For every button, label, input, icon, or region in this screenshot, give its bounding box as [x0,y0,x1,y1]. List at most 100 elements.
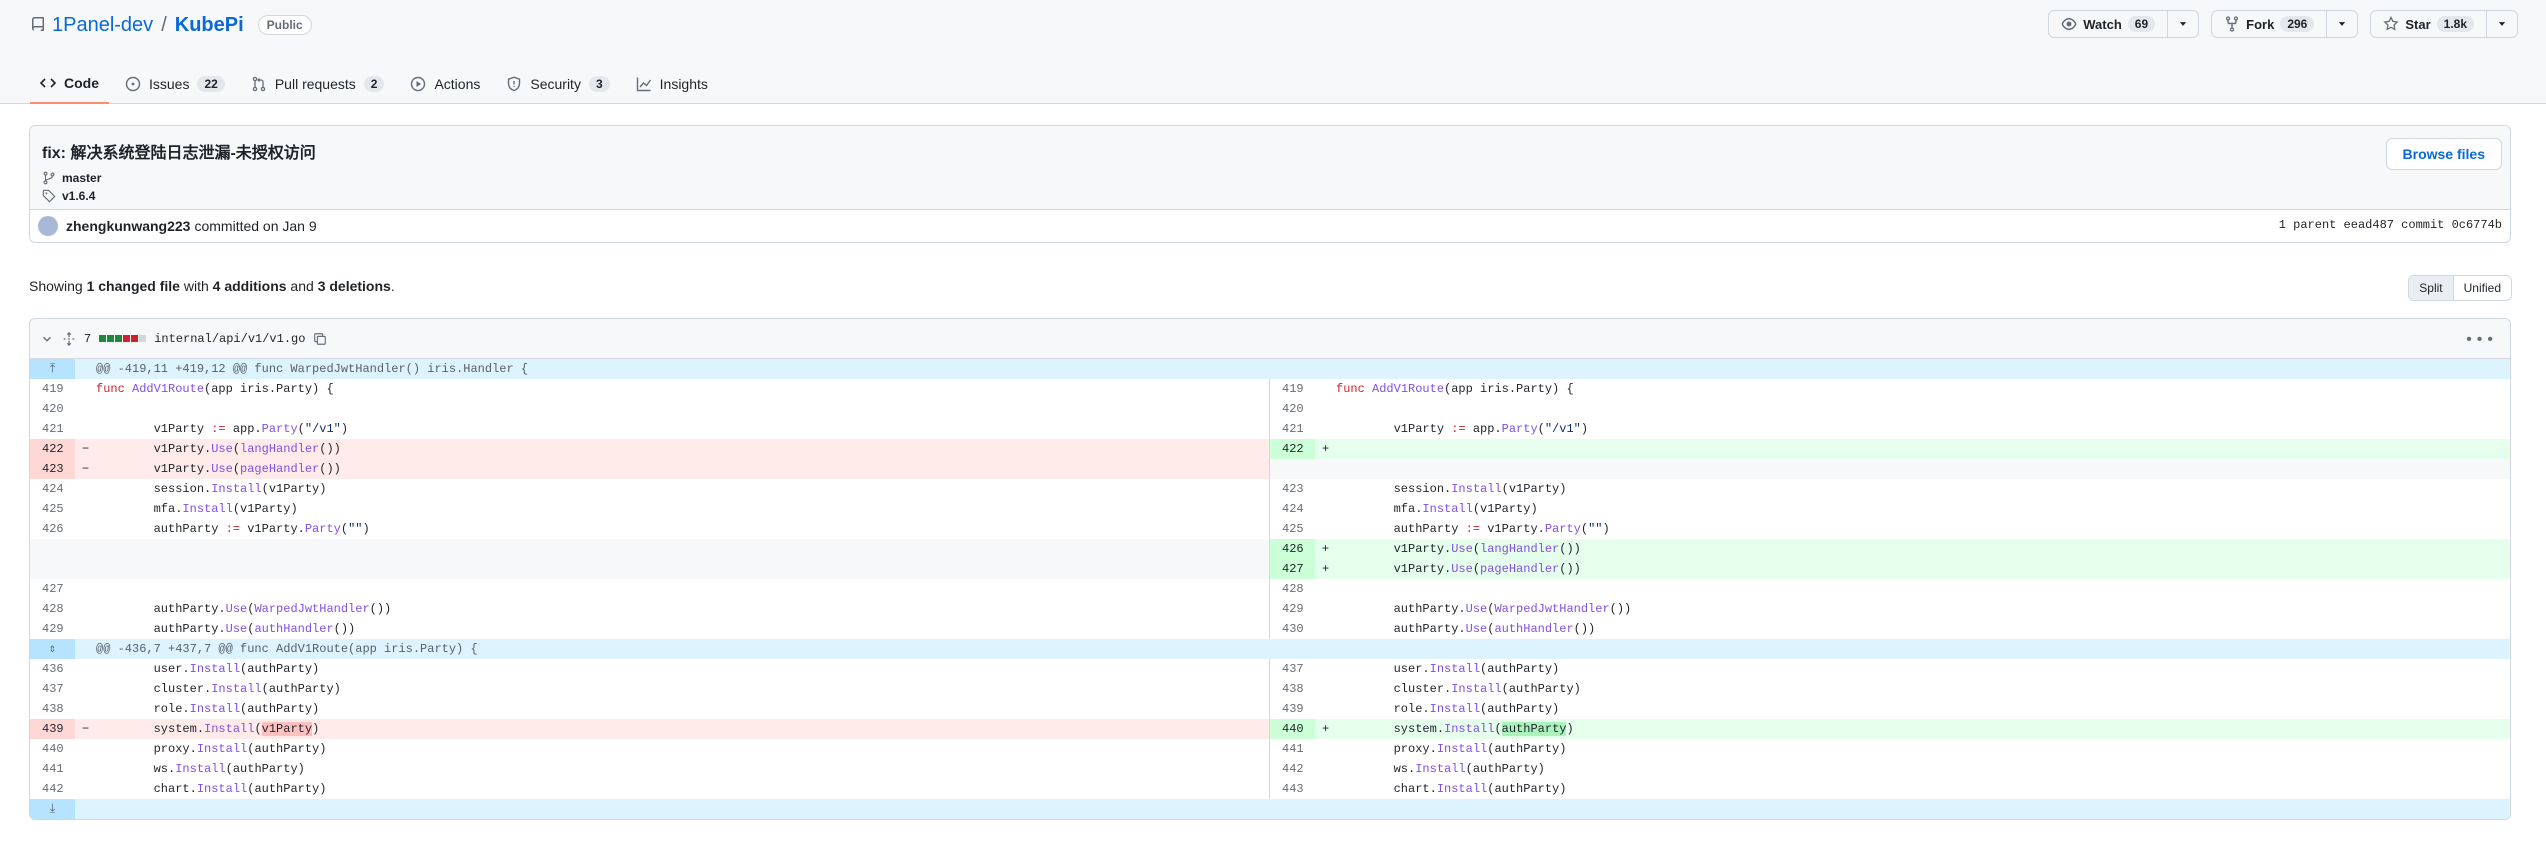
code-line: chart.Install(authParty) [96,782,327,796]
line-number[interactable]: 438 [30,699,75,719]
line-number[interactable]: 441 [1270,739,1315,759]
tab-actions[interactable]: Actions [400,64,490,104]
tab-pull-requests[interactable]: Pull requests 2 [241,64,395,104]
line-number[interactable]: 420 [30,399,75,419]
line-number[interactable]: 436 [30,659,75,679]
diff-left-empty [30,559,1270,579]
commit-branch[interactable]: master [42,171,101,185]
diff-marker: + [1321,562,1330,576]
line-number[interactable]: 442 [30,779,75,799]
code-line: v1Party := app.Party("/v1") [1336,422,1589,436]
watch-count: 69 [2127,16,2156,32]
line-number[interactable]: 422 [1270,439,1315,459]
star-button[interactable]: Star 1.8k [2371,11,2487,37]
tab-label: Pull requests [274,76,356,92]
repo-owner-link[interactable]: 1Panel-dev [52,14,153,37]
line-number[interactable]: 424 [1270,499,1315,519]
line-number[interactable]: 423 [30,459,75,479]
line-number[interactable]: 429 [1270,599,1315,619]
commit-parent-sha[interactable]: 1 parent eead487 commit 0c6774b [2279,218,2502,232]
diff-marker [75,519,96,539]
line-number[interactable]: 440 [30,739,75,759]
line-number[interactable]: 425 [1270,519,1315,539]
line-number[interactable]: 426 [30,519,75,539]
branch-name: master [62,171,102,185]
fork-dropdown[interactable] [2327,11,2357,37]
line-number[interactable]: 423 [1270,479,1315,499]
line-number[interactable]: 421 [30,419,75,439]
line-number[interactable]: 420 [1270,399,1315,419]
star-dropdown[interactable] [2487,11,2517,37]
avatar[interactable] [38,216,58,236]
diff-marker [1315,779,1336,799]
line-number[interactable]: 438 [1270,679,1315,699]
unified-view-button[interactable]: Unified [2454,276,2511,300]
unfold-icon[interactable] [62,331,76,346]
commit-author[interactable]: zhengkunwang223 [66,218,190,234]
diff-row: 437 cluster.Install(authParty) 438 clust… [30,679,2510,699]
line-number[interactable]: 421 [1270,419,1315,439]
expand-icon[interactable]: ⇕ [30,639,75,659]
tab-security[interactable]: Security 3 [496,64,619,104]
line-number[interactable]: 429 [30,619,75,639]
diff-marker [1315,499,1336,519]
diff-left: 426 authParty := v1Party.Party("") [30,519,1270,539]
expand-down-icon[interactable]: ⤓ [30,799,75,819]
tab-code[interactable]: Code [30,64,109,104]
line-number[interactable]: 427 [1270,559,1315,579]
code-line: cluster.Install(authParty) [96,682,341,696]
watch-dropdown[interactable] [2168,11,2198,37]
line-number[interactable]: 427 [30,579,75,599]
line-number[interactable]: 439 [30,719,75,739]
summary-text: and [286,278,318,294]
tab-insights[interactable]: Insights [626,64,718,104]
diff-right: 420 [1270,399,2510,419]
file-path[interactable]: internal/api/v1/v1.go [154,332,305,346]
diff-row: 424 session.Install(v1Party) 423 session… [30,479,2510,499]
line-number[interactable]: 424 [30,479,75,499]
star-count: 1.8k [2436,16,2474,32]
line-number[interactable]: 442 [1270,759,1315,779]
watch-button[interactable]: Watch 69 [2049,11,2169,37]
copy-icon[interactable] [313,332,327,346]
line-number[interactable]: 441 [30,759,75,779]
diff-left: 427 [30,579,1270,599]
line-number[interactable]: 419 [1270,379,1315,399]
chevron-down-icon[interactable] [40,332,54,346]
line-number[interactable]: 428 [30,599,75,619]
code-line: authParty.Use(authHandler()) [96,622,356,636]
file-header: 7 internal/api/v1/v1.go ••• [30,319,2510,359]
kebab-horizontal-icon[interactable]: ••• [2464,331,2496,349]
summary-files[interactable]: 1 changed file [87,278,180,294]
diff-marker [75,739,96,759]
line-number[interactable]: 439 [1270,699,1315,719]
diff-summary: Showing 1 changed file with 4 additions … [29,278,395,294]
line-number[interactable]: 425 [30,499,75,519]
expand-up-icon[interactable]: ⤒ [30,359,75,379]
fork-button[interactable]: Fork 296 [2212,11,2328,37]
commit-tag[interactable]: v1.6.4 [42,189,95,203]
diff-right-empty [1270,459,2510,479]
diff-row: 422− v1Party.Use(langHandler()) 422 + [30,439,2510,459]
line-number[interactable]: 440 [1270,719,1315,739]
tab-label: Issues [149,76,190,92]
line-number[interactable]: 428 [1270,579,1315,599]
line-number[interactable]: 437 [1270,659,1315,679]
diff-marker: + [1321,442,1330,456]
diff-left: 428 authParty.Use(WarpedJwtHandler()) [30,599,1270,619]
split-view-button[interactable]: Split [2409,276,2454,300]
diff-marker [75,579,96,599]
tab-issues[interactable]: Issues 22 [115,64,235,104]
line-number[interactable]: 419 [30,379,75,399]
line-number[interactable]: 437 [30,679,75,699]
diff-left: 424 session.Install(v1Party) [30,479,1270,499]
line-number[interactable]: 426 [1270,539,1315,559]
repo-name-link[interactable]: KubePi [175,14,244,37]
issue-opened-icon [125,76,141,92]
browse-files-button[interactable]: Browse files [2385,138,2502,170]
git-pull-request-icon [252,76,266,92]
line-number[interactable]: 430 [1270,619,1315,639]
line-number[interactable]: 422 [30,439,75,459]
line-number[interactable]: 443 [1270,779,1315,799]
